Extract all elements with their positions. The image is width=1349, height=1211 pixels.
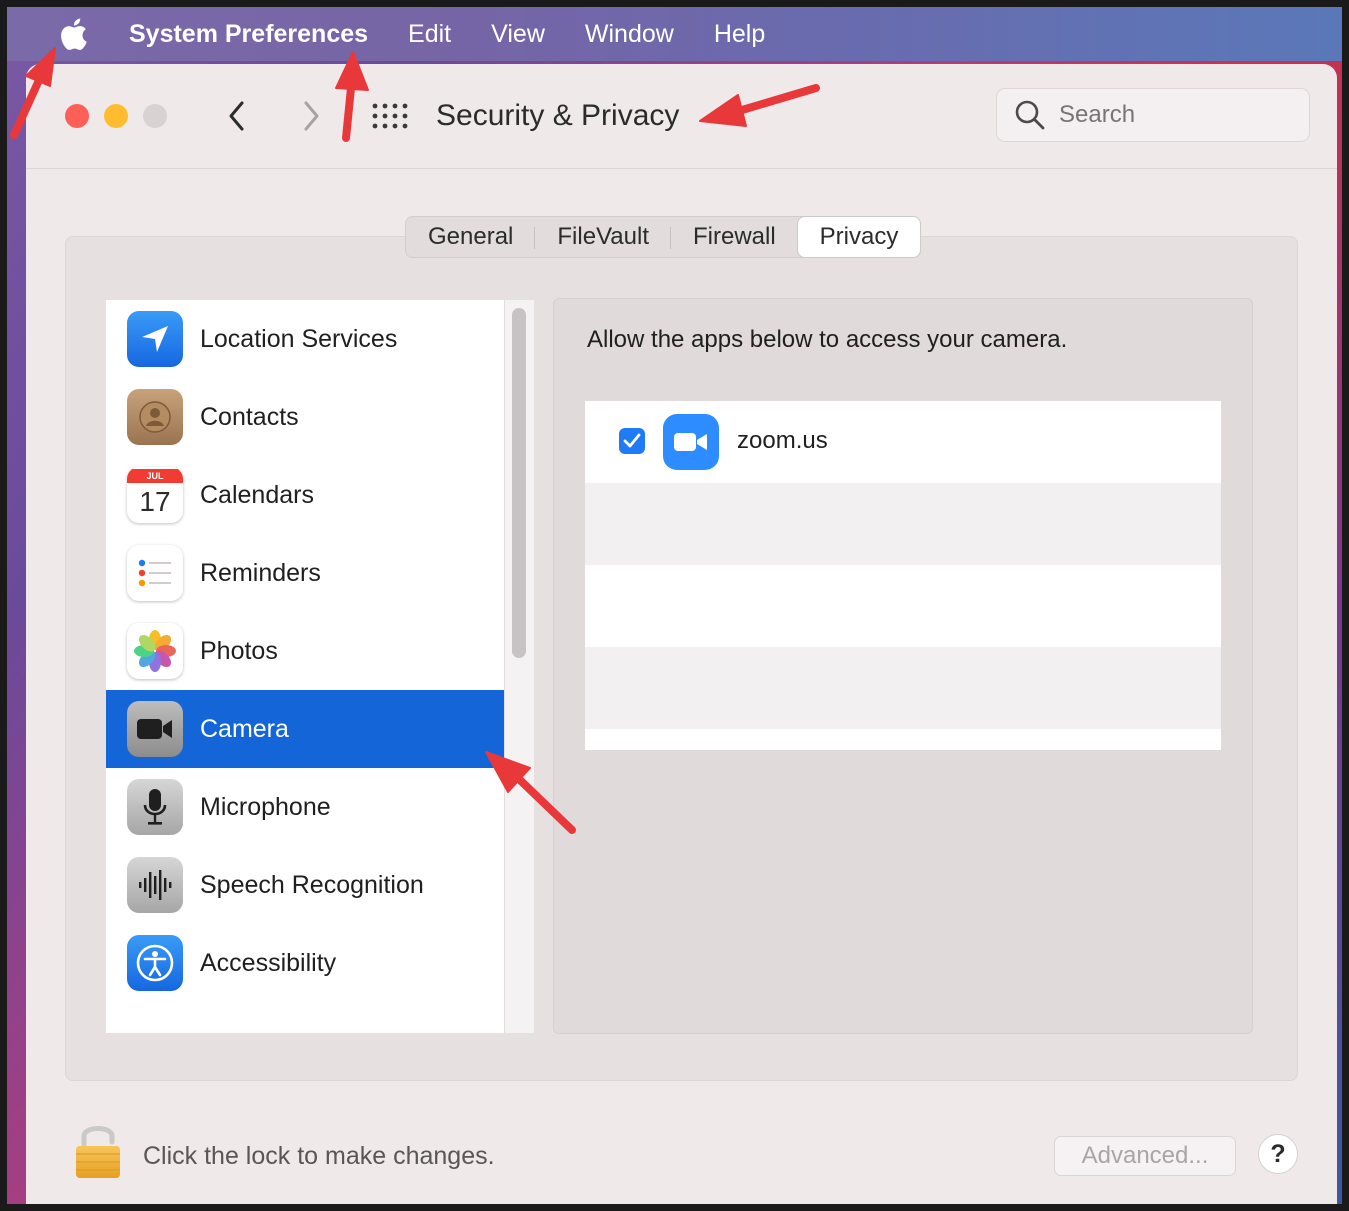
photos-icon <box>127 623 183 679</box>
zoom-window-button[interactable] <box>143 104 167 128</box>
camera-access-description: Allow the apps below to access your came… <box>587 326 1068 353</box>
list-item-label: Accessibility <box>200 948 337 977</box>
empty-app-row <box>585 483 1221 565</box>
forward-button[interactable] <box>296 94 326 138</box>
speech-recognition-icon <box>127 857 183 913</box>
menu-bar: System Preferences Edit View Window Help <box>7 7 1342 61</box>
camera-icon <box>127 701 183 757</box>
back-button[interactable] <box>222 94 252 138</box>
list-item-calendars[interactable]: JUL 17 Calendars <box>106 456 504 534</box>
zoom-camera-checkbox[interactable] <box>619 428 645 454</box>
search-icon <box>1013 98 1047 132</box>
calendar-month: JUL <box>127 469 183 483</box>
list-item-label: Location Services <box>200 324 398 353</box>
list-item-location-services[interactable]: Location Services <box>106 300 504 378</box>
list-item-label: Microphone <box>200 792 331 821</box>
list-item-label: Reminders <box>200 558 321 587</box>
list-item-speech-recognition[interactable]: Speech Recognition <box>106 846 504 924</box>
menu-edit[interactable]: Edit <box>408 20 451 49</box>
list-item-label: Camera <box>200 714 289 743</box>
grid-icon <box>372 103 408 129</box>
app-name: zoom.us <box>737 427 828 454</box>
advanced-button[interactable]: Advanced... <box>1054 1136 1236 1176</box>
search-input[interactable] <box>1057 100 1261 130</box>
menu-app-name[interactable]: System Preferences <box>129 20 368 49</box>
reminders-icon <box>127 545 183 601</box>
calendar-icon: JUL 17 <box>127 467 183 523</box>
menu-window[interactable]: Window <box>585 20 674 49</box>
search-field[interactable] <box>996 88 1310 142</box>
zoom-icon <box>663 414 719 470</box>
calendar-day: 17 <box>139 486 171 517</box>
security-privacy-window: Security & Privacy General FileVault Fir… <box>26 64 1337 1211</box>
list-item-label: Speech Recognition <box>200 870 424 899</box>
tab-firewall[interactable]: Firewall <box>671 217 798 257</box>
apple-menu-icon[interactable] <box>53 14 93 54</box>
empty-app-row <box>585 729 1221 750</box>
empty-app-row <box>585 647 1221 729</box>
accessibility-icon <box>127 935 183 991</box>
chevron-left-icon <box>229 101 244 131</box>
tab-privacy[interactable]: Privacy <box>797 217 921 257</box>
list-item-contacts[interactable]: Contacts <box>106 378 504 456</box>
list-item-microphone[interactable]: Microphone <box>106 768 504 846</box>
list-item-reminders[interactable]: Reminders <box>106 534 504 612</box>
list-scrollbar-thumb[interactable] <box>512 308 526 658</box>
list-item-camera[interactable]: Camera <box>106 690 504 768</box>
app-row-zoom[interactable]: zoom.us <box>585 401 1221 483</box>
chevron-right-icon <box>304 101 319 131</box>
list-item-accessibility[interactable]: Accessibility <box>106 924 504 1002</box>
camera-app-list: zoom.us <box>585 401 1221 750</box>
microphone-icon <box>127 779 183 835</box>
close-window-button[interactable] <box>65 104 89 128</box>
tab-filevault[interactable]: FileVault <box>535 217 671 257</box>
empty-app-row <box>585 565 1221 647</box>
menu-view[interactable]: View <box>491 20 545 49</box>
list-item-photos[interactable]: Photos <box>106 612 504 690</box>
show-all-button[interactable] <box>370 100 410 132</box>
lock-status-text: Click the lock to make changes. <box>143 1142 495 1170</box>
minimize-window-button[interactable] <box>104 104 128 128</box>
tab-bar: General FileVault Firewall Privacy <box>405 216 922 258</box>
lock-button[interactable] <box>74 1122 122 1180</box>
list-item-label: Contacts <box>200 402 299 431</box>
help-button[interactable]: ? <box>1258 1134 1298 1174</box>
contacts-icon <box>127 389 183 445</box>
window-toolbar: Security & Privacy <box>26 64 1337 169</box>
location-icon <box>127 311 183 367</box>
tab-general[interactable]: General <box>406 217 536 257</box>
window-title: Security & Privacy <box>436 99 680 132</box>
menu-help[interactable]: Help <box>714 20 765 49</box>
checkmark-icon <box>623 433 641 448</box>
list-item-label: Photos <box>200 636 278 665</box>
list-item-label: Calendars <box>200 480 314 509</box>
privacy-category-list[interactable]: Location Services Contacts JUL 17 Calend… <box>106 300 534 1033</box>
lock-icon <box>76 1126 120 1178</box>
